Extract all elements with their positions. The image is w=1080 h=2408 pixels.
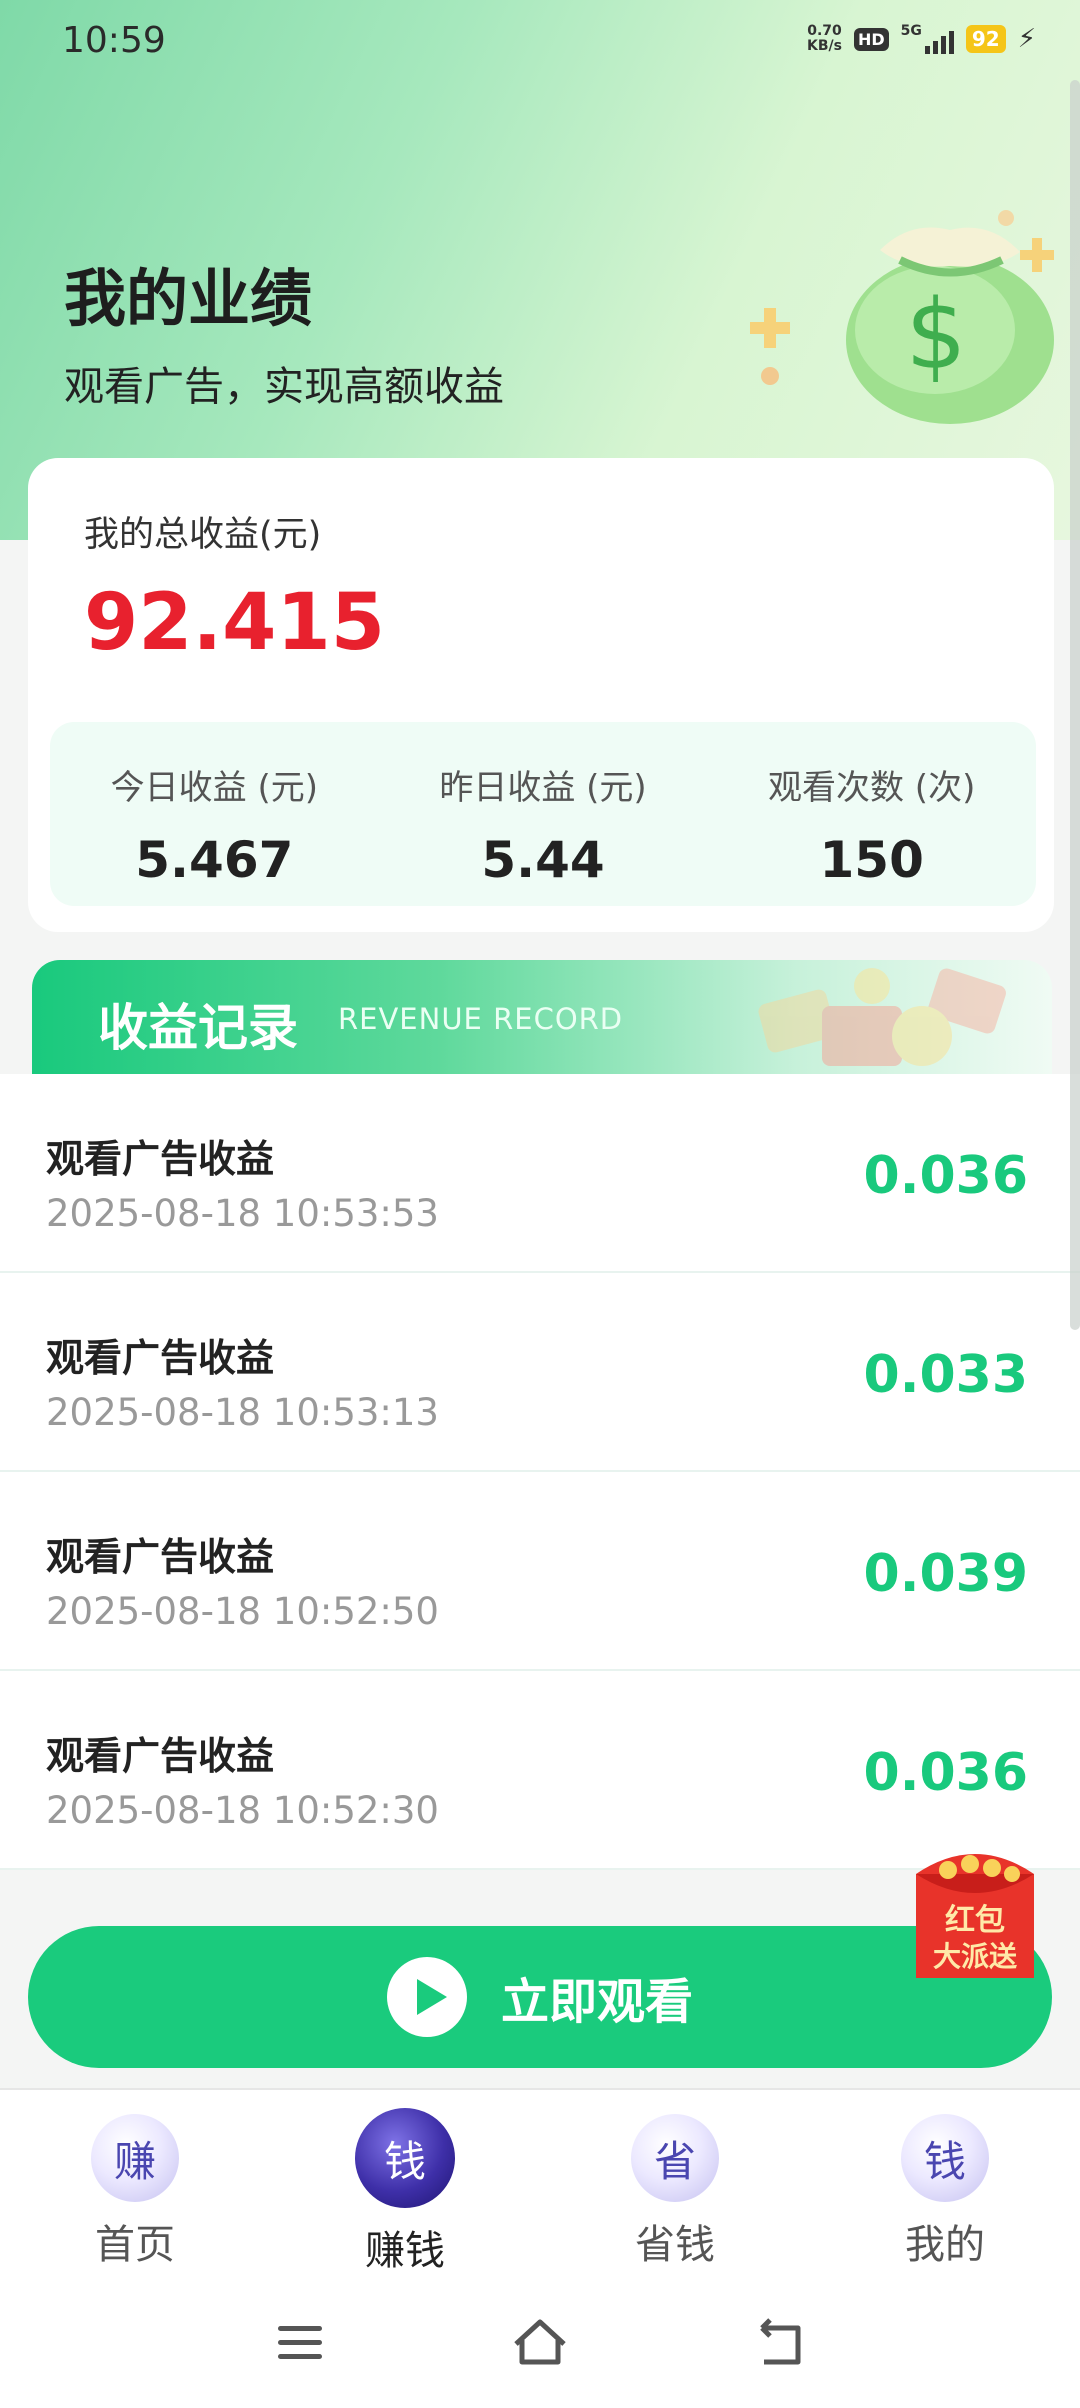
red-packet-text-line1: 红包 xyxy=(945,1903,1005,1938)
net-speed-unit: KB/s xyxy=(807,38,842,54)
record-title: 观看广告收益 xyxy=(46,1535,275,1579)
stat-value: 5.467 xyxy=(135,831,294,889)
tab-label: 省钱 xyxy=(635,2222,715,2268)
play-icon xyxy=(386,1957,467,2037)
home-icon[interactable] xyxy=(510,2312,570,2372)
stat-value: 150 xyxy=(819,831,924,889)
tab-save[interactable]: 省 省钱 xyxy=(540,2090,810,2284)
record-title: 观看广告收益 xyxy=(46,1336,275,1380)
watch-now-label: 立即观看 xyxy=(500,1974,693,2030)
money-bag-icon: $ xyxy=(750,210,1054,424)
watch-now-button[interactable]: 立即观看 xyxy=(28,1926,1052,2068)
hd-icon: HD xyxy=(853,27,889,51)
coins-decoration-icon xyxy=(758,968,1006,1066)
status-bar: 10:59 0.70 KB/s HD 5G 92 ⚡ xyxy=(0,0,1080,84)
stat-value: 5.44 xyxy=(481,831,605,889)
tab-earn[interactable]: 钱 赚钱 xyxy=(270,2090,540,2284)
stat-label: 今日收益 (元) xyxy=(110,768,318,808)
total-earnings-label: 我的总收益(元) xyxy=(84,515,322,555)
signal-icon: 5G xyxy=(901,24,954,54)
records-title: 收益记录 xyxy=(98,999,298,1057)
record-time: 2025-08-18 10:53:53 xyxy=(46,1192,439,1235)
stat-yesterday: 昨日收益 (元) 5.44 xyxy=(379,722,708,906)
save-tab-icon: 省 xyxy=(631,2114,719,2202)
net-speed: 0.70 KB/s xyxy=(807,24,842,54)
record-amount: 0.039 xyxy=(863,1544,1028,1604)
stat-today: 今日收益 (元) 5.467 xyxy=(50,722,379,906)
charging-icon: ⚡ xyxy=(1017,24,1036,54)
system-nav-bar xyxy=(0,2282,1080,2408)
summary-card: 我的总收益(元) 92.415 今日收益 (元) 5.467 昨日收益 (元) … xyxy=(28,458,1054,932)
records-subtitle: REVENUE RECORD xyxy=(338,1002,624,1036)
records-list: 观看广告收益 2025-08-18 10:53:53 0.036 观看广告收益 … xyxy=(0,1074,1080,1870)
tab-home[interactable]: 赚 首页 xyxy=(0,2090,270,2284)
stats-panel: 今日收益 (元) 5.467 昨日收益 (元) 5.44 观看次数 (次) 15… xyxy=(50,722,1036,906)
record-time: 2025-08-18 10:52:50 xyxy=(46,1590,439,1633)
tab-label: 首页 xyxy=(95,2222,175,2268)
record-amount: 0.036 xyxy=(863,1146,1028,1206)
list-item[interactable]: 观看广告收益 2025-08-18 10:52:50 0.039 xyxy=(0,1472,1080,1671)
status-icons: 0.70 KB/s HD 5G 92 ⚡ xyxy=(807,24,1036,54)
tab-label: 我的 xyxy=(905,2222,985,2268)
record-time: 2025-08-18 10:53:13 xyxy=(46,1391,439,1434)
bottom-tab-bar: 赚 首页 钱 赚钱 省 省钱 钱 我的 xyxy=(0,2088,1080,2284)
page-title: 我的业绩 xyxy=(64,262,313,335)
list-item[interactable]: 观看广告收益 2025-08-18 10:53:13 0.033 xyxy=(0,1273,1080,1472)
stat-label: 观看次数 (次) xyxy=(768,768,976,808)
svg-text:$: $ xyxy=(905,279,966,391)
tab-label: 赚钱 xyxy=(365,2228,445,2274)
status-time: 10:59 xyxy=(62,20,166,61)
stat-label: 昨日收益 (元) xyxy=(439,768,647,808)
record-title: 观看广告收益 xyxy=(46,1734,275,1778)
records-header: 收益记录 REVENUE RECORD xyxy=(32,960,1052,1076)
back-icon[interactable] xyxy=(752,2316,808,2372)
home-tab-icon: 赚 xyxy=(91,2114,179,2202)
earn-tab-icon: 钱 xyxy=(355,2108,455,2208)
tab-mine[interactable]: 钱 我的 xyxy=(810,2090,1080,2284)
record-amount: 0.033 xyxy=(863,1345,1028,1405)
record-title: 观看广告收益 xyxy=(46,1137,275,1181)
record-amount: 0.036 xyxy=(863,1743,1028,1803)
battery-icon: 92 xyxy=(965,25,1006,53)
stat-views: 观看次数 (次) 150 xyxy=(707,722,1036,906)
net-speed-value: 0.70 xyxy=(807,23,842,39)
record-time: 2025-08-18 10:52:30 xyxy=(46,1789,439,1832)
list-item[interactable]: 观看广告收益 2025-08-18 10:53:53 0.036 xyxy=(0,1074,1080,1273)
menu-icon[interactable] xyxy=(278,2326,322,2368)
page-subtitle: 观看广告，实现高额收益 xyxy=(64,364,504,410)
total-earnings-value: 92.415 xyxy=(84,578,385,668)
red-packet-text-line2: 大派送 xyxy=(933,1940,1017,1973)
scrollbar[interactable] xyxy=(1070,80,1080,1330)
network-type: 5G xyxy=(900,23,922,39)
red-packet-promo-icon[interactable]: 红包 大派送 xyxy=(908,1834,1042,1984)
mine-tab-icon: 钱 xyxy=(901,2114,989,2202)
